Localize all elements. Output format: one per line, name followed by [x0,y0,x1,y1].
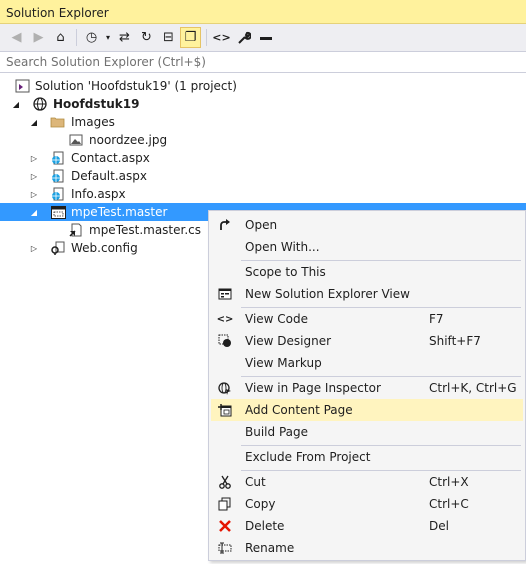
menu-item-view-code[interactable]: <> View Code F7 [211,308,523,330]
image-file-icon [68,132,84,148]
copy-icon [217,496,233,512]
aspx-file-icon [50,150,66,166]
page-inspector-icon [217,380,233,396]
aspx-file-icon [50,186,66,202]
tree-item-info[interactable]: ▷ Info.aspx [0,185,526,203]
window-title: Solution Explorer [0,0,526,24]
collapsed-arrow-icon[interactable]: ▷ [29,244,39,253]
menu-item-label: Open [245,218,278,232]
menu-item-label: Rename [245,541,295,555]
show-all-files-icon[interactable]: ❐ [180,27,201,48]
menu-item-cut[interactable]: Cut Ctrl+X [211,471,523,493]
menu-item-open-with[interactable]: Open With... [211,236,523,258]
menu-item-shortcut: Del [429,519,449,533]
code-file-icon [68,222,84,238]
tree-item-label: Hoofdstuk19 [53,97,140,111]
menu-item-label: Exclude From Project [245,450,371,464]
menu-item-label: View Markup [245,356,322,370]
view-code-icon: <> [216,313,234,325]
menu-item-shortcut: Ctrl+C [429,497,469,511]
forward-icon[interactable]: ▶ [28,27,49,48]
collapsed-arrow-icon[interactable]: ▷ [29,190,39,199]
refresh-icon[interactable]: ↻ [136,27,157,48]
tree-item-label: Contact.aspx [71,151,150,165]
tree-item-contact[interactable]: ▷ Contact.aspx [0,149,526,167]
solution-icon [15,78,31,94]
back-icon[interactable]: ◀ [6,27,27,48]
menu-item-shortcut: Ctrl+X [429,475,469,489]
tree-item-label: mpeTest.master.cs [89,223,202,237]
expanded-arrow-icon[interactable]: ◢ [29,118,39,127]
expanded-arrow-icon[interactable]: ◢ [29,208,39,217]
menu-item-open[interactable]: Open [211,214,523,236]
menu-item-label: Scope to This [245,265,326,279]
menu-item-view-designer[interactable]: View Designer Shift+F7 [211,330,523,352]
collapsed-arrow-icon[interactable]: ▷ [29,154,39,163]
menu-item-shortcut: Ctrl+K, Ctrl+G [429,381,517,395]
toolbar-separator [76,29,77,46]
menu-item-shortcut: F7 [429,312,444,326]
pending-changes-icon[interactable]: ◷ [81,27,102,48]
menu-item-label: View in Page Inspector [245,381,381,395]
toolbar-separator [206,29,207,46]
menu-item-label: Add Content Page [245,403,353,417]
menu-item-shortcut: Shift+F7 [429,334,481,348]
toolbar: ◀ ▶ ⌂ ◷ ▾ ⇄ ↻ ⊟ ❐ <> [0,24,526,51]
master-page-icon [50,204,66,220]
delete-icon [217,518,233,534]
tree-item-images-folder[interactable]: ◢ Images [0,113,526,131]
view-designer-icon [217,333,233,349]
menu-item-new-solution-explorer-view[interactable]: New Solution Explorer View [211,283,523,305]
menu-item-label: View Code [245,312,309,326]
menu-item-label: Open With... [245,240,320,254]
config-file-icon [50,240,66,256]
menu-item-delete[interactable]: Delete Del [211,515,523,537]
tree-item-label: Web.config [71,241,138,255]
menu-item-rename[interactable]: Rename [211,537,523,559]
add-content-page-icon [217,402,233,418]
rename-icon [217,540,233,556]
tree-item-label: Images [71,115,115,129]
expanded-arrow-icon[interactable]: ◢ [11,100,21,109]
search-input[interactable]: Search Solution Explorer (Ctrl+$) [0,51,526,73]
collapsed-arrow-icon[interactable]: ▷ [29,172,39,181]
menu-item-label: Delete [245,519,285,533]
menu-item-label: Build Page [245,425,308,439]
cut-icon [217,474,233,490]
sync-icon[interactable]: ⇄ [114,27,135,48]
tree-item-label: Solution 'Hoofdstuk19' (1 project) [35,79,237,93]
collapse-all-icon[interactable]: ⊟ [158,27,179,48]
tree-item-default[interactable]: ▷ Default.aspx [0,167,526,185]
menu-item-copy[interactable]: Copy Ctrl+C [211,493,523,515]
web-project-icon [32,96,48,112]
view-code-icon[interactable]: <> [211,27,232,48]
open-icon [217,217,233,233]
menu-item-label: Copy [245,497,276,511]
menu-item-scope-to-this[interactable]: Scope to This [211,261,523,283]
tree-item-label: noordzee.jpg [89,133,168,147]
context-menu: Open Open With... Scope to This New Solu… [208,210,526,561]
aspx-file-icon [50,168,66,184]
tree-item-solution[interactable]: Solution 'Hoofdstuk19' (1 project) [0,77,526,95]
folder-open-icon [50,114,66,130]
chevron-down-icon[interactable]: ▾ [103,27,113,48]
tree-item-label: Info.aspx [71,187,126,201]
tree-item-label: mpeTest.master [71,205,168,219]
tree-item-image-file[interactable]: noordzee.jpg [0,131,526,149]
menu-item-exclude-from-project[interactable]: Exclude From Project [211,446,523,468]
menu-item-label: New Solution Explorer View [245,287,410,301]
tree-item-label: Default.aspx [71,169,147,183]
menu-item-build-page[interactable]: Build Page [211,421,523,443]
new-view-icon [217,286,233,302]
properties-icon[interactable] [233,27,254,48]
home-icon[interactable]: ⌂ [50,27,71,48]
menu-item-label: Cut [245,475,266,489]
tree-item-project[interactable]: ◢ Hoofdstuk19 [0,95,526,113]
preview-icon[interactable] [255,27,276,48]
menu-item-view-markup[interactable]: View Markup [211,352,523,374]
menu-item-label: View Designer [245,334,332,348]
menu-item-add-content-page[interactable]: Add Content Page [211,399,523,421]
menu-item-view-in-page-inspector[interactable]: View in Page Inspector Ctrl+K, Ctrl+G [211,377,523,399]
